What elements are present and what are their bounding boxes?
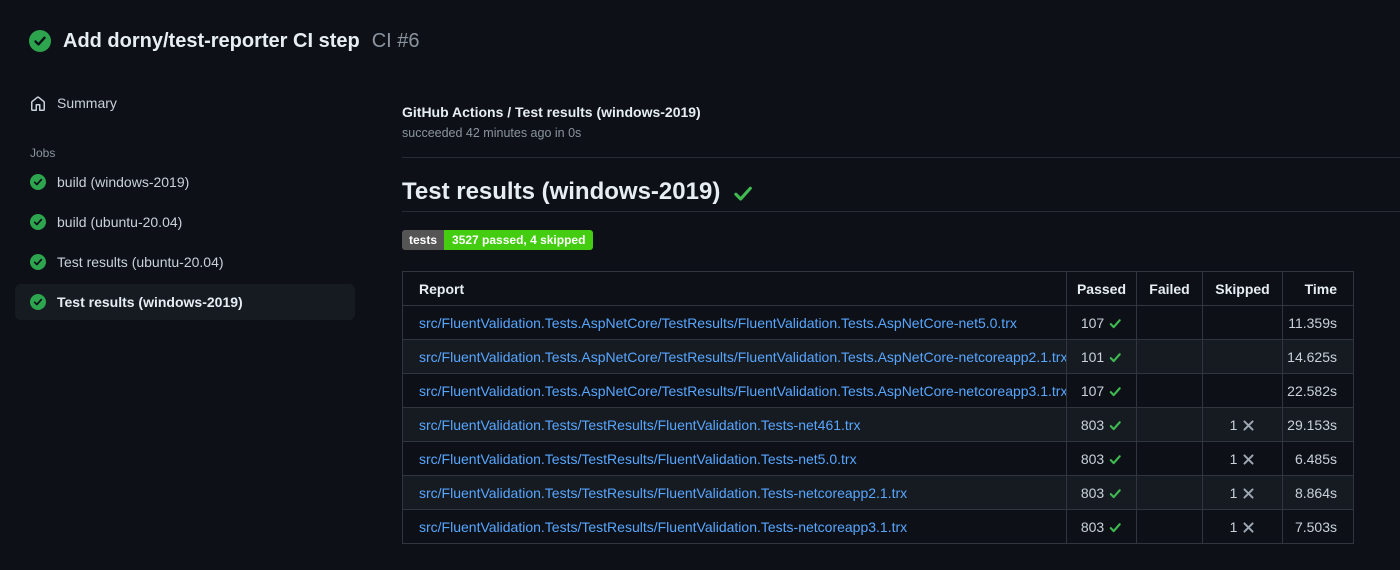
- skipped-count: 1: [1229, 484, 1238, 501]
- test-results-table: Report Passed Failed Skipped Time src/Fl…: [402, 271, 1354, 544]
- check-icon: [1109, 454, 1121, 464]
- passed-count: 107: [1080, 382, 1105, 399]
- check-icon: [1109, 420, 1121, 430]
- divider: [402, 157, 1400, 158]
- time-value: 29.153s: [1287, 416, 1337, 433]
- x-icon: [1243, 521, 1254, 533]
- sidebar-job-item[interactable]: build (windows-2019): [15, 164, 355, 200]
- column-header-report: Report: [402, 271, 1067, 306]
- table-header-row: Report Passed Failed Skipped Time: [402, 271, 1354, 306]
- check-icon: [734, 186, 753, 201]
- time-value: 22.582s: [1287, 382, 1337, 399]
- passed-count: 101: [1080, 348, 1105, 365]
- report-link[interactable]: src/FluentValidation.Tests.AspNetCore/Te…: [419, 349, 1066, 365]
- sidebar-summary-label: Summary: [57, 95, 117, 111]
- sidebar-job-item[interactable]: Test results (windows-2019): [15, 284, 355, 320]
- badge-label: tests: [402, 230, 445, 250]
- check-circle-icon: [30, 214, 46, 230]
- passed-count: 803: [1080, 450, 1105, 467]
- report-link[interactable]: src/FluentValidation.Tests/TestResults/F…: [419, 519, 907, 535]
- check-circle-icon: [30, 294, 46, 310]
- check-run-title: GitHub Actions / Test results (windows-2…: [402, 104, 701, 120]
- column-header-time: Time: [1282, 271, 1354, 306]
- sidebar-jobs-heading: Jobs: [30, 146, 56, 160]
- time-value: 11.359s: [1288, 314, 1337, 331]
- skipped-count: 1: [1229, 416, 1238, 433]
- passed-count: 803: [1080, 416, 1105, 433]
- skipped-count: 1: [1229, 450, 1238, 467]
- badge-value: 3527 passed, 4 skipped: [444, 230, 594, 250]
- check-icon: [1109, 318, 1121, 328]
- skipped-count: 1: [1229, 518, 1238, 535]
- table-row: src/FluentValidation.Tests/TestResults/F…: [402, 475, 1354, 510]
- section-title-text: Test results (windows-2019): [402, 178, 721, 205]
- check-circle-icon: [30, 254, 46, 270]
- report-link[interactable]: src/FluentValidation.Tests.AspNetCore/Te…: [419, 315, 1017, 331]
- workflow-run-page: Add dorny/test-reporter CI step CI #6 Su…: [0, 0, 1400, 570]
- job-item-label: Test results (windows-2019): [57, 294, 243, 310]
- table-row: src/FluentValidation.Tests/TestResults/F…: [402, 407, 1354, 442]
- x-icon: [1243, 419, 1254, 431]
- check-icon: [1109, 386, 1121, 396]
- column-header-failed: Failed: [1136, 271, 1203, 306]
- check-icon: [1109, 522, 1121, 532]
- check-run-status: succeeded 42 minutes ago in 0s: [402, 126, 582, 140]
- table-row: src/FluentValidation.Tests.AspNetCore/Te…: [402, 373, 1354, 408]
- tests-badge: tests 3527 passed, 4 skipped: [402, 230, 594, 250]
- time-value: 6.485s: [1294, 450, 1337, 467]
- table-row: src/FluentValidation.Tests.AspNetCore/Te…: [402, 305, 1354, 340]
- x-icon: [1243, 487, 1254, 499]
- run-title: Add dorny/test-reporter CI step: [63, 30, 360, 52]
- check-icon: [1109, 488, 1121, 498]
- check-circle-icon: [30, 174, 46, 190]
- sidebar: Summary Jobs build (windows-2019) build …: [0, 52, 402, 320]
- main-content: GitHub Actions / Test results (windows-2…: [402, 52, 1400, 544]
- sidebar-item-summary[interactable]: Summary: [30, 87, 402, 119]
- report-link[interactable]: src/FluentValidation.Tests/TestResults/F…: [419, 451, 857, 467]
- passed-count: 803: [1080, 518, 1105, 535]
- job-item-label: build (ubuntu-20.04): [57, 214, 183, 230]
- report-link[interactable]: src/FluentValidation.Tests/TestResults/F…: [419, 417, 860, 433]
- time-value: 8.864s: [1294, 484, 1337, 501]
- sidebar-job-item[interactable]: build (ubuntu-20.04): [15, 204, 355, 240]
- time-value: 7.503s: [1294, 518, 1337, 535]
- check-icon: [1109, 352, 1121, 362]
- job-item-label: build (windows-2019): [57, 174, 190, 190]
- check-circle-icon: [29, 30, 51, 52]
- run-number: CI #6: [371, 30, 420, 52]
- column-header-passed: Passed: [1066, 271, 1137, 306]
- x-icon: [1243, 453, 1254, 465]
- home-icon: [31, 96, 45, 111]
- run-header: Add dorny/test-reporter CI step CI #6: [0, 0, 1400, 52]
- section-title: Test results (windows-2019): [402, 178, 1400, 212]
- table-row: src/FluentValidation.Tests/TestResults/F…: [402, 509, 1354, 544]
- job-item-label: Test results (ubuntu-20.04): [57, 254, 224, 270]
- report-link[interactable]: src/FluentValidation.Tests/TestResults/F…: [419, 485, 907, 501]
- passed-count: 107: [1080, 314, 1105, 331]
- report-link[interactable]: src/FluentValidation.Tests.AspNetCore/Te…: [419, 383, 1066, 399]
- time-value: 14.625s: [1287, 348, 1337, 365]
- passed-count: 803: [1080, 484, 1105, 501]
- column-header-skipped: Skipped: [1202, 271, 1283, 306]
- sidebar-job-item[interactable]: Test results (ubuntu-20.04): [15, 244, 355, 280]
- table-row: src/FluentValidation.Tests/TestResults/F…: [402, 441, 1354, 476]
- table-row: src/FluentValidation.Tests.AspNetCore/Te…: [402, 339, 1354, 374]
